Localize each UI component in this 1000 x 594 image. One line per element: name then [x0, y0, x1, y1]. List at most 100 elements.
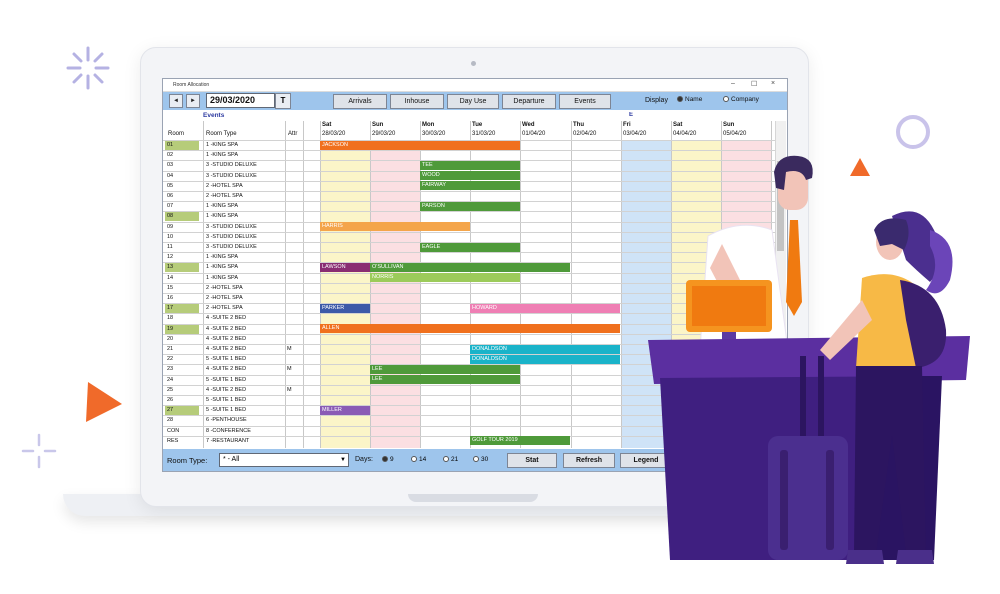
refresh-button[interactable]: Refresh	[563, 453, 615, 468]
room-number[interactable]: 25	[167, 387, 173, 393]
booking-bar[interactable]: PARSON	[420, 201, 520, 211]
booking-bar[interactable]: MILLER	[320, 405, 370, 415]
inhouse-button[interactable]: Inhouse	[390, 94, 444, 109]
booking-bar[interactable]: LEE	[370, 375, 520, 385]
display-name-radio[interactable]: Name	[677, 96, 702, 103]
room-attr: M	[287, 346, 292, 352]
room-number[interactable]: 15	[167, 285, 173, 291]
room-type: 1 -KING SPA	[206, 152, 238, 159]
toolbar: ◄ ► 29/03/2020 T Arrivals Inhouse Day Us…	[163, 92, 787, 110]
room-type: 1 -KING SPA	[206, 264, 238, 271]
sparkle-icon	[66, 46, 110, 90]
title-bar: Room Allocation – ☐ ×	[163, 79, 787, 92]
room-number[interactable]: 02	[167, 152, 173, 158]
room-number[interactable]: 21	[167, 346, 173, 352]
booking-bar[interactable]: ALLEN	[320, 324, 620, 334]
room-number[interactable]: 12	[167, 254, 173, 260]
events-button[interactable]: Events	[559, 94, 611, 109]
room-number[interactable]: 04	[167, 173, 173, 179]
minimize-button[interactable]: –	[731, 80, 735, 87]
date-input[interactable]: 29/03/2020	[206, 93, 275, 108]
room-number[interactable]: 24	[167, 377, 173, 383]
room-number[interactable]: 23	[167, 366, 173, 372]
next-date-button[interactable]: ►	[186, 94, 200, 108]
room-number[interactable]: 03	[167, 162, 173, 168]
room-type: 7 -RESTAURANT	[206, 437, 250, 444]
room-number[interactable]: 07	[167, 203, 173, 209]
header-date-0: 28/03/20	[322, 131, 346, 137]
room-type-select[interactable]: * - All ▼	[219, 453, 349, 467]
room-number[interactable]: 28	[167, 417, 173, 423]
booking-bar[interactable]: FAIRWAY	[420, 181, 520, 191]
room-type: 5 -SUITE 1 BED	[206, 407, 247, 414]
room-number[interactable]: 01	[167, 142, 173, 148]
room-type: 3 -STUDIO DELUXE	[206, 172, 257, 179]
stat-button[interactable]: Stat	[507, 453, 557, 468]
days-option-21[interactable]: 21	[443, 456, 458, 463]
room-number[interactable]: 11	[167, 244, 173, 250]
maximize-button[interactable]: ☐	[751, 80, 757, 88]
room-number[interactable]: 18	[167, 315, 173, 321]
booking-bar[interactable]: HARRIS	[320, 222, 470, 232]
room-number[interactable]: 05	[167, 183, 173, 189]
today-button[interactable]: T	[275, 93, 291, 109]
booking-bar[interactable]: JACKSON	[320, 140, 520, 150]
header-room: Room	[168, 131, 185, 137]
departure-button[interactable]: Departure	[502, 94, 556, 109]
booking-bar[interactable]: HOWARD	[470, 303, 620, 313]
booking-bar[interactable]: LAWSON	[320, 263, 370, 272]
days-option-14[interactable]: 14	[411, 456, 426, 463]
room-attr: M	[287, 366, 292, 373]
day-column-0	[320, 140, 370, 448]
booking-bar[interactable]: PARKER	[320, 303, 370, 313]
room-number[interactable]: 20	[167, 336, 173, 342]
header-date-3: 31/03/20	[472, 131, 496, 137]
room-type: 5 -SUITE 1 BED	[206, 397, 247, 403]
room-type: 4 -SUITE 2 BED	[206, 366, 247, 373]
booking-bar[interactable]: GOLF TOUR 2019	[470, 436, 570, 446]
room-type: 3 -STUDIO DELUXE	[206, 233, 257, 240]
prev-date-button[interactable]: ◄	[169, 94, 183, 108]
booking-bar[interactable]: LEE	[370, 365, 520, 374]
booking-bar[interactable]: NORRIS	[370, 273, 520, 283]
day-use-button[interactable]: Day Use	[447, 94, 499, 109]
header-dow-6: Fri	[623, 122, 631, 128]
room-number[interactable]: 09	[167, 224, 173, 230]
room-number[interactable]: 26	[167, 397, 173, 403]
room-type: 3 -STUDIO DELUXE	[206, 223, 257, 230]
room-type: 4 -SUITE 2 BED	[206, 346, 247, 352]
display-company-radio[interactable]: Company	[723, 96, 759, 103]
room-number[interactable]: 22	[167, 356, 173, 362]
header-attr: Attr	[288, 131, 298, 137]
days-option-30[interactable]: 30	[473, 456, 488, 463]
room-number[interactable]: 10	[167, 234, 173, 240]
booking-bar[interactable]: EAGLE	[420, 242, 520, 252]
booking-bar[interactable]: DONALDSON	[470, 344, 620, 354]
days-option-9[interactable]: 9	[382, 456, 394, 463]
header-dow-3: Tue	[472, 122, 483, 128]
room-number[interactable]: 19	[167, 326, 173, 332]
booking-bar[interactable]: O'SULLIVAN	[370, 263, 570, 272]
room-number[interactable]: 14	[167, 275, 173, 281]
room-number[interactable]: 16	[167, 295, 173, 301]
room-type: 2 -HOTEL SPA	[206, 305, 243, 312]
close-button[interactable]: ×	[771, 80, 775, 87]
room-number[interactable]: RES	[167, 438, 178, 444]
booking-bar[interactable]: WOOD	[420, 171, 520, 181]
circle-ring-shape	[896, 115, 930, 149]
booking-bar[interactable]: TEE	[420, 161, 520, 170]
room-number[interactable]: 13	[167, 264, 173, 270]
day-column-1	[370, 140, 420, 448]
laptop-notch	[408, 494, 538, 502]
header-date-4: 01/04/20	[522, 131, 546, 137]
room-number[interactable]: 08	[167, 213, 173, 219]
room-number[interactable]: CON	[167, 428, 179, 434]
booking-bar[interactable]: DONALDSON	[470, 354, 620, 364]
room-number[interactable]: 17	[167, 305, 173, 311]
header-date-1: 29/03/20	[372, 131, 396, 137]
arrivals-button[interactable]: Arrivals	[333, 94, 387, 109]
room-number[interactable]: 06	[167, 193, 173, 199]
header-dow-7: Sat	[673, 122, 683, 128]
header-dow-2: Mon	[422, 122, 435, 128]
room-number[interactable]: 27	[167, 407, 173, 413]
